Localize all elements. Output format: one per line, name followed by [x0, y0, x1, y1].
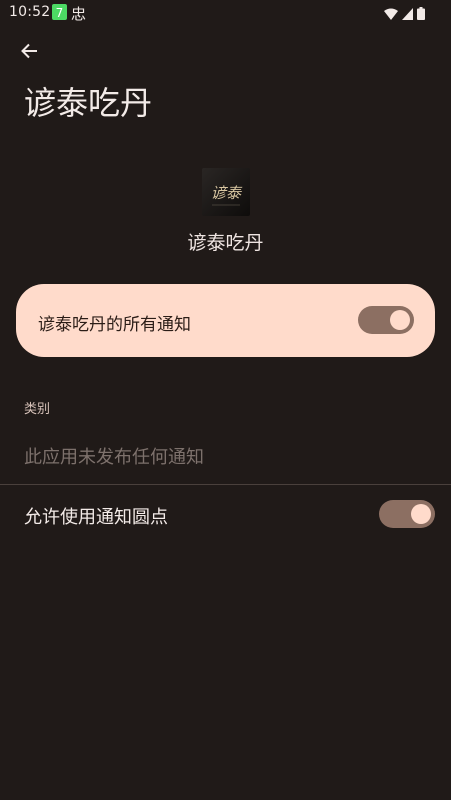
app-name: 谚泰吃丹	[187, 232, 264, 254]
page-title: 谚泰吃丹	[24, 84, 153, 122]
categories-header: 类别	[24, 402, 51, 417]
status-icons	[384, 5, 425, 24]
switch-thumb	[390, 310, 410, 330]
all-notifications-switch[interactable]	[358, 306, 414, 334]
notification-dot-switch[interactable]	[379, 500, 435, 528]
arrow-left-icon	[20, 43, 38, 63]
notification-dot-toggle-row[interactable]: 允许使用通知圆点	[0, 485, 451, 545]
back-button[interactable]	[14, 38, 44, 68]
status-bar: 10:52 7 忠	[0, 0, 451, 26]
all-notifications-toggle-row[interactable]: 谚泰吃丹的所有通知	[16, 284, 435, 357]
notification-dot-label: 允许使用通知圆点	[24, 507, 168, 528]
switch-thumb	[411, 504, 431, 524]
chinese-char-icon: 忠	[71, 5, 87, 23]
app-icon-label: 谚泰	[211, 184, 243, 202]
wifi-icon	[384, 5, 398, 24]
app-notification-icon: 7	[52, 4, 67, 24]
battery-icon	[417, 5, 425, 24]
all-notifications-label: 谚泰吃丹的所有通知	[38, 315, 191, 335]
app-icon: 谚泰	[202, 168, 250, 216]
status-time: 10:52	[9, 4, 51, 20]
no-categories-text: 此应用未发布任何通知	[24, 447, 204, 468]
signal-icon	[402, 5, 413, 24]
app-badge-char: 7	[56, 6, 64, 20]
